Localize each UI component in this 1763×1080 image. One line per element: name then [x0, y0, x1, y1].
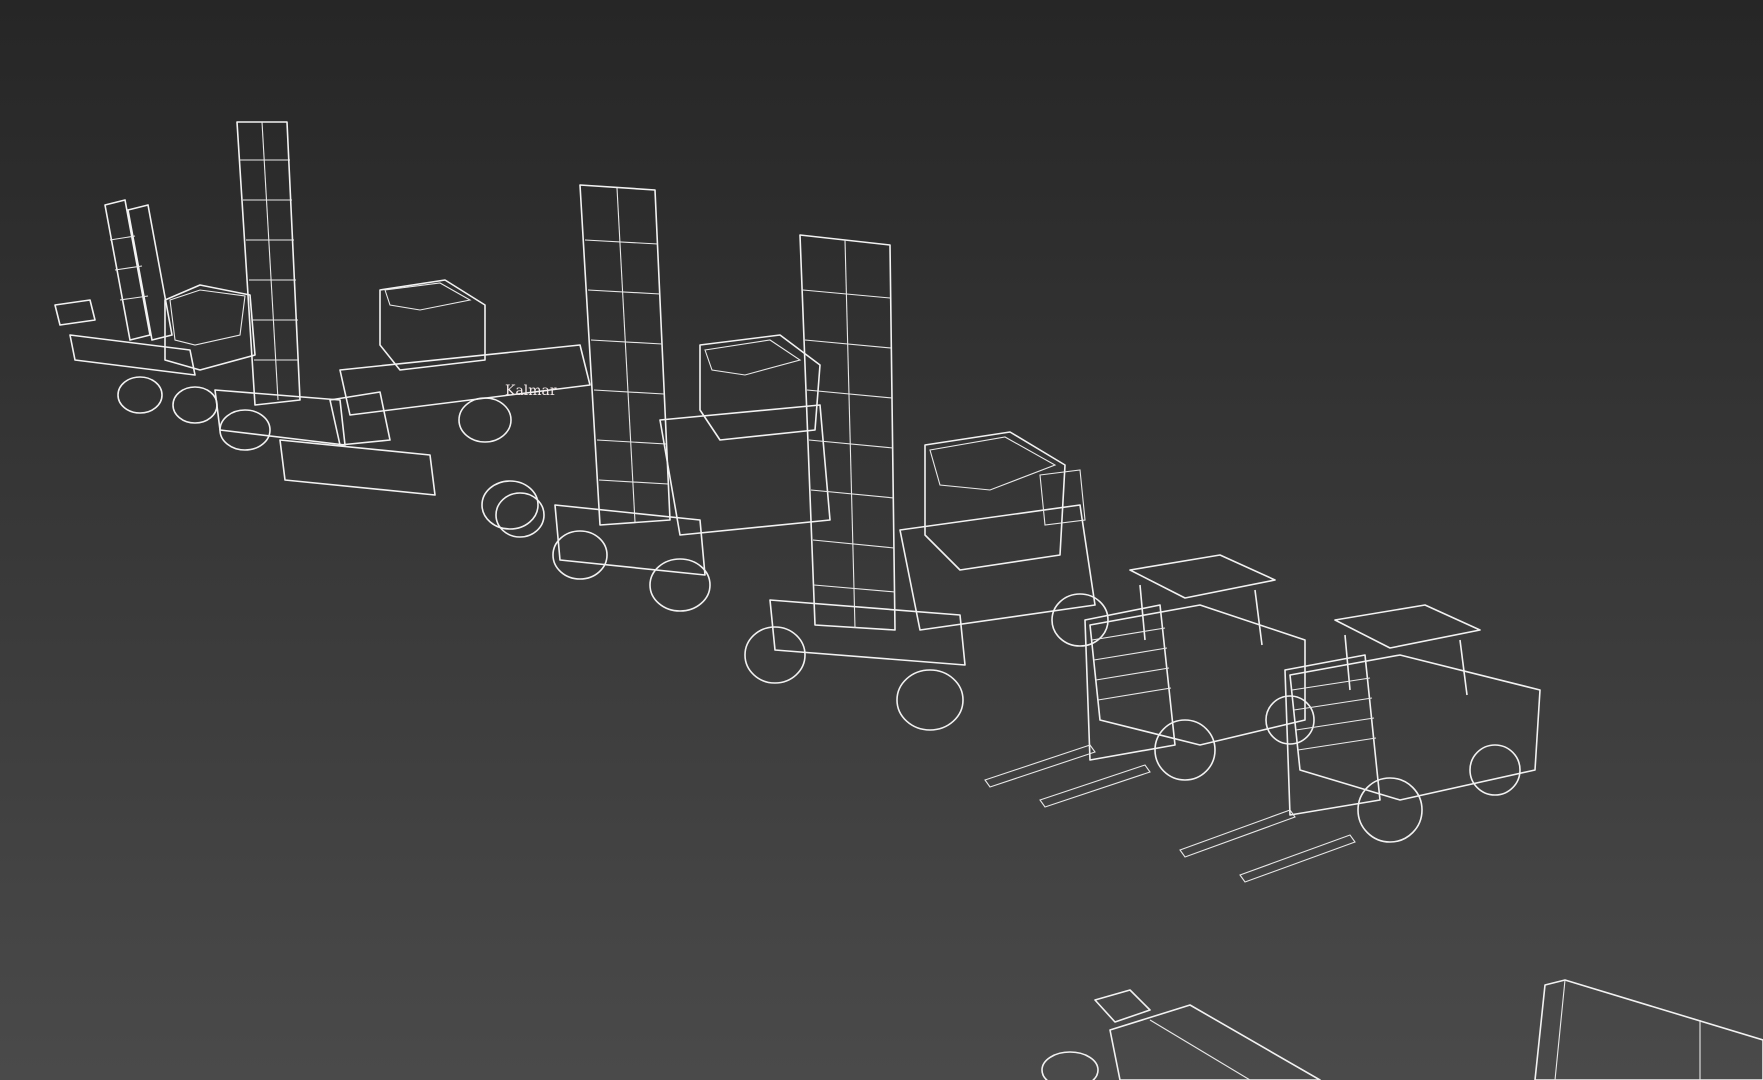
viewport-scene[interactable]: Kalmar [0, 0, 1763, 1080]
brand-label: Kalmar [505, 383, 557, 399]
3d-perspective-viewport[interactable]: Kalmar [0, 0, 1763, 1080]
